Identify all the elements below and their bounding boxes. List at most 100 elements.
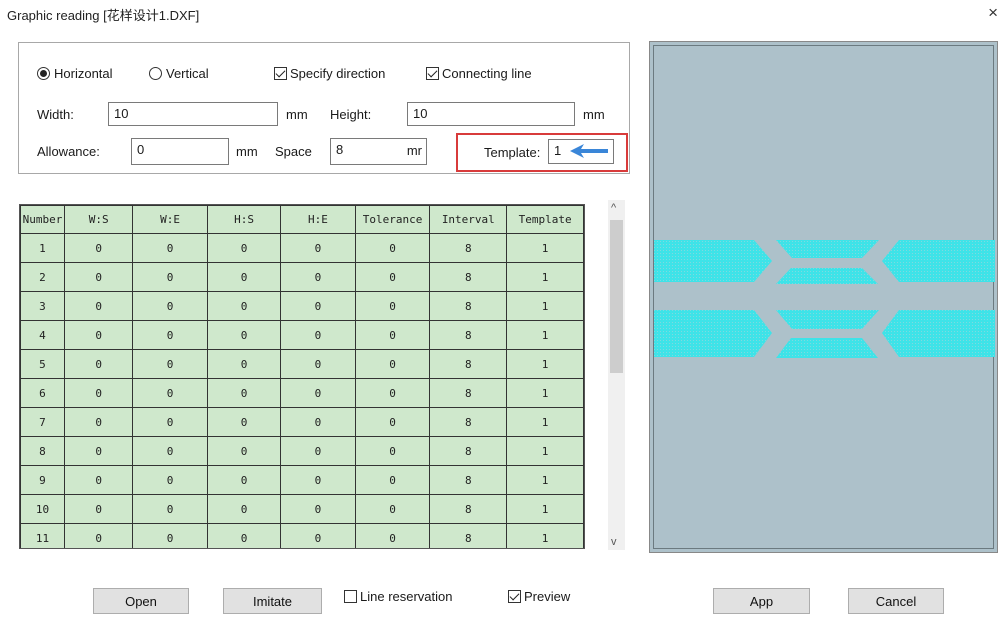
table-cell[interactable]: 0 bbox=[280, 262, 356, 292]
table-cell[interactable]: 0 bbox=[280, 349, 356, 379]
table-cell[interactable]: 0 bbox=[63, 349, 134, 379]
table-cell[interactable]: 0 bbox=[354, 262, 431, 292]
table-cell[interactable]: 0 bbox=[280, 291, 356, 321]
table-cell[interactable]: 0 bbox=[132, 291, 208, 321]
table-cell[interactable]: 0 bbox=[206, 436, 282, 466]
table-cell[interactable]: 0 bbox=[132, 465, 208, 495]
table-cell[interactable]: 11 bbox=[20, 523, 65, 548]
table-cell[interactable]: 0 bbox=[280, 320, 356, 350]
table-row[interactable]: 90000081 bbox=[20, 465, 584, 495]
table-cell[interactable]: 0 bbox=[354, 320, 431, 350]
table-cell[interactable]: 0 bbox=[206, 291, 282, 321]
table-cell[interactable]: 4 bbox=[20, 320, 65, 350]
table-cell[interactable]: 1 bbox=[506, 291, 584, 321]
imitate-button[interactable]: Imitate bbox=[223, 588, 322, 614]
open-button[interactable]: Open bbox=[93, 588, 189, 614]
table-cell[interactable]: 0 bbox=[132, 320, 208, 350]
table-row[interactable]: 50000081 bbox=[20, 349, 584, 379]
height-input[interactable]: 10 bbox=[407, 102, 575, 126]
table-cell[interactable]: 0 bbox=[206, 378, 282, 408]
table-cell[interactable]: 0 bbox=[206, 320, 282, 350]
table-cell[interactable]: 8 bbox=[429, 494, 508, 524]
table-cell[interactable]: 8 bbox=[429, 320, 508, 350]
horizontal-radio[interactable]: Horizontal bbox=[37, 66, 113, 81]
table-cell[interactable]: 8 bbox=[429, 465, 508, 495]
table-cell[interactable]: 6 bbox=[20, 378, 65, 408]
cancel-button[interactable]: Cancel bbox=[848, 588, 944, 614]
table-cell[interactable]: 0 bbox=[206, 494, 282, 524]
table-cell[interactable]: 1 bbox=[506, 465, 584, 495]
table-cell[interactable]: 8 bbox=[429, 291, 508, 321]
table-cell[interactable]: 0 bbox=[354, 233, 431, 263]
table-row[interactable]: 10000081 bbox=[20, 233, 584, 263]
column-header[interactable]: H:S bbox=[206, 205, 282, 234]
table-cell[interactable]: 8 bbox=[20, 436, 65, 466]
table-cell[interactable]: 0 bbox=[63, 407, 134, 437]
table-cell[interactable]: 0 bbox=[63, 291, 134, 321]
table-cell[interactable]: 0 bbox=[132, 436, 208, 466]
vertical-scrollbar[interactable]: ^ v bbox=[608, 200, 625, 550]
preview-checkbox[interactable]: Preview bbox=[508, 589, 570, 604]
table-cell[interactable]: 1 bbox=[20, 233, 65, 263]
table-cell[interactable]: 5 bbox=[20, 349, 65, 379]
table-cell[interactable]: 0 bbox=[63, 262, 134, 292]
table-cell[interactable]: 0 bbox=[206, 349, 282, 379]
table-cell[interactable]: 0 bbox=[280, 378, 356, 408]
table-cell[interactable]: 0 bbox=[63, 233, 134, 263]
table-cell[interactable]: 0 bbox=[280, 465, 356, 495]
table-cell[interactable]: 7 bbox=[20, 407, 65, 437]
table-row[interactable]: 40000081 bbox=[20, 320, 584, 350]
table-cell[interactable]: 0 bbox=[132, 494, 208, 524]
column-header[interactable]: Interval bbox=[429, 205, 508, 234]
table-cell[interactable]: 0 bbox=[280, 523, 356, 548]
table-cell[interactable]: 0 bbox=[206, 523, 282, 548]
table-cell[interactable]: 8 bbox=[429, 523, 508, 548]
table-cell[interactable]: 0 bbox=[63, 494, 134, 524]
table-cell[interactable]: 0 bbox=[354, 291, 431, 321]
scroll-down-icon[interactable]: v bbox=[611, 536, 617, 548]
table-cell[interactable]: 1 bbox=[506, 436, 584, 466]
table-cell[interactable]: 0 bbox=[354, 436, 431, 466]
column-header[interactable]: Template bbox=[506, 205, 584, 234]
table-cell[interactable]: 0 bbox=[206, 233, 282, 263]
table-cell[interactable]: 0 bbox=[132, 233, 208, 263]
table-cell[interactable]: 1 bbox=[506, 407, 584, 437]
table-cell[interactable]: 1 bbox=[506, 378, 584, 408]
table-cell[interactable]: 0 bbox=[206, 407, 282, 437]
table-cell[interactable]: 0 bbox=[132, 407, 208, 437]
table-cell[interactable]: 1 bbox=[506, 494, 584, 524]
scroll-thumb[interactable] bbox=[610, 220, 623, 373]
table-cell[interactable]: 2 bbox=[20, 262, 65, 292]
vertical-radio[interactable]: Vertical bbox=[149, 66, 209, 81]
table-cell[interactable]: 9 bbox=[20, 465, 65, 495]
table-cell[interactable]: 0 bbox=[206, 262, 282, 292]
table-row[interactable]: 80000081 bbox=[20, 436, 584, 466]
column-header[interactable]: W:E bbox=[132, 205, 208, 234]
table-cell[interactable]: 0 bbox=[132, 523, 208, 548]
column-header[interactable]: Tolerance bbox=[354, 205, 431, 234]
table-cell[interactable]: 1 bbox=[506, 262, 584, 292]
table-cell[interactable]: 0 bbox=[354, 349, 431, 379]
column-header[interactable]: Number bbox=[20, 205, 65, 234]
table-cell[interactable]: 0 bbox=[354, 378, 431, 408]
table-cell[interactable]: 0 bbox=[63, 465, 134, 495]
table-cell[interactable]: 0 bbox=[132, 349, 208, 379]
table-row[interactable]: 70000081 bbox=[20, 407, 584, 437]
table-cell[interactable]: 8 bbox=[429, 262, 508, 292]
table-row[interactable]: 30000081 bbox=[20, 291, 584, 321]
column-header[interactable]: W:S bbox=[63, 205, 134, 234]
table-cell[interactable]: 0 bbox=[63, 523, 134, 548]
close-icon[interactable]: × bbox=[988, 3, 998, 23]
table-cell[interactable]: 8 bbox=[429, 233, 508, 263]
table-cell[interactable]: 0 bbox=[132, 262, 208, 292]
table-row[interactable]: 60000081 bbox=[20, 378, 584, 408]
table-cell[interactable]: 3 bbox=[20, 291, 65, 321]
table-cell[interactable]: 0 bbox=[354, 494, 431, 524]
connecting-line-checkbox[interactable]: Connecting line bbox=[426, 66, 532, 81]
table-cell[interactable]: 0 bbox=[63, 320, 134, 350]
width-input[interactable]: 10 bbox=[108, 102, 278, 126]
table-row[interactable]: 11 0 0 0 0 0 8 1 bbox=[20, 523, 584, 548]
specify-direction-checkbox[interactable]: Specify direction bbox=[274, 66, 385, 81]
table-cell[interactable]: 0 bbox=[354, 523, 431, 548]
line-reservation-checkbox[interactable]: Line reservation bbox=[344, 589, 453, 604]
